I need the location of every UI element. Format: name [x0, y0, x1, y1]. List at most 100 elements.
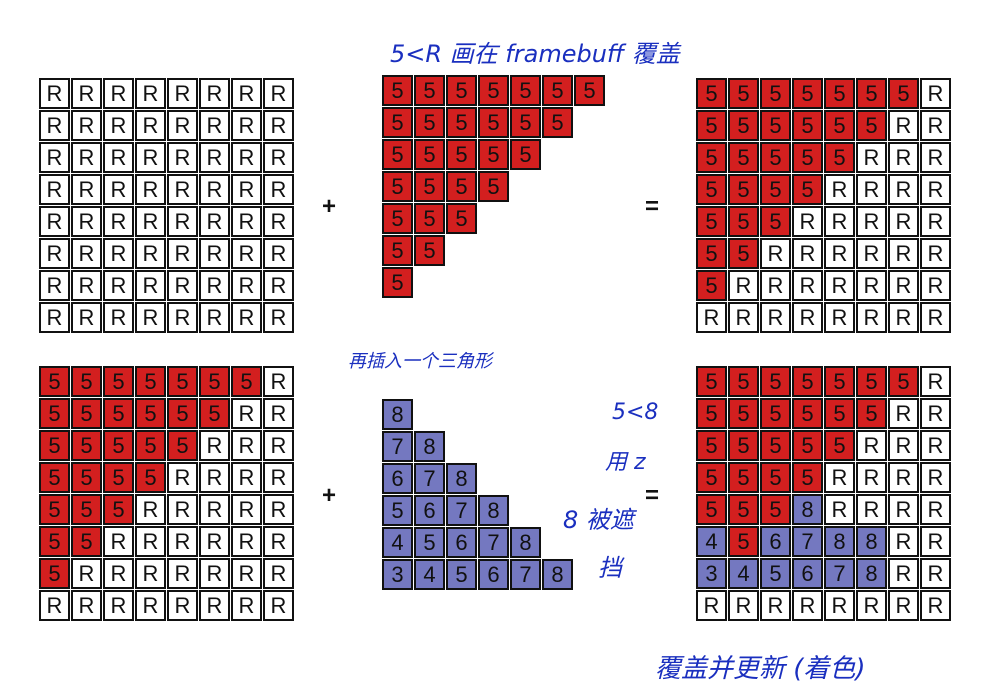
- cell-r: R: [167, 238, 198, 269]
- annotation-right-1: 5<8: [612, 400, 659, 425]
- cell-r: R: [824, 174, 855, 205]
- empty-cell: [574, 139, 605, 170]
- cell-r: R: [167, 206, 198, 237]
- annotation-bottom: 覆盖并更新 (着色): [655, 654, 866, 684]
- empty-cell: [510, 299, 541, 330]
- empty-cell: [478, 591, 509, 622]
- empty-cell: [510, 367, 541, 398]
- cell-r: R: [728, 590, 759, 621]
- cell-r: R: [103, 590, 134, 621]
- cell-red: 5: [824, 110, 855, 141]
- cell-red: 5: [167, 398, 198, 429]
- empty-cell: [574, 367, 605, 398]
- cell-red: 5: [103, 494, 134, 525]
- cell-r: R: [103, 526, 134, 557]
- cell-blue: 4: [382, 527, 413, 558]
- cell-red: 5: [856, 78, 887, 109]
- annotation-top: 5<R 画在 framebuff 覆盖: [390, 40, 680, 68]
- cell-r: R: [135, 110, 166, 141]
- empty-cell: [446, 591, 477, 622]
- cell-r: R: [792, 206, 823, 237]
- cell-r: R: [263, 430, 294, 461]
- cell-r: R: [263, 270, 294, 301]
- cell-r: R: [135, 142, 166, 173]
- cell-r: R: [167, 494, 198, 525]
- cell-r: R: [263, 174, 294, 205]
- cell-r: R: [263, 398, 294, 429]
- cell-r: R: [103, 558, 134, 589]
- cell-blue: 8: [510, 527, 541, 558]
- empty-cell: [446, 399, 477, 430]
- cell-red: 5: [696, 462, 727, 493]
- cell-r: R: [199, 526, 230, 557]
- cell-red: 5: [792, 174, 823, 205]
- cell-r: R: [231, 78, 262, 109]
- cell-red: 5: [542, 75, 573, 106]
- cell-r: R: [199, 110, 230, 141]
- cell-red: 5: [824, 430, 855, 461]
- cell-red: 5: [135, 366, 166, 397]
- cell-r: R: [920, 238, 951, 269]
- empty-cell: [574, 171, 605, 202]
- cell-r: R: [231, 302, 262, 333]
- cell-blue: 3: [382, 559, 413, 590]
- cell-red: 5: [728, 142, 759, 173]
- cell-r: R: [199, 430, 230, 461]
- cell-r: R: [39, 174, 70, 205]
- cell-r: R: [199, 302, 230, 333]
- cell-red: 5: [728, 366, 759, 397]
- cell-red: 5: [39, 430, 70, 461]
- cell-red: 5: [696, 494, 727, 525]
- grid-top-right: 5555555R555555RR55555RRR5555RRRR555RRRRR…: [696, 78, 952, 334]
- cell-red: 5: [71, 430, 102, 461]
- cell-r: R: [39, 110, 70, 141]
- empty-cell: [574, 203, 605, 234]
- cell-red: 5: [696, 270, 727, 301]
- empty-cell: [606, 235, 637, 266]
- cell-r: R: [231, 558, 262, 589]
- cell-red: 5: [760, 366, 791, 397]
- cell-r: R: [856, 206, 887, 237]
- cell-blue: 4: [414, 559, 445, 590]
- cell-red: 5: [792, 430, 823, 461]
- cell-red: 5: [135, 462, 166, 493]
- empty-cell: [510, 463, 541, 494]
- cell-r: R: [856, 430, 887, 461]
- empty-cell: [542, 367, 573, 398]
- empty-cell: [510, 431, 541, 462]
- cell-red: 5: [696, 110, 727, 141]
- cell-r: R: [199, 238, 230, 269]
- empty-cell: [574, 591, 605, 622]
- cell-r: R: [39, 142, 70, 173]
- cell-r: R: [167, 526, 198, 557]
- cell-r: R: [231, 590, 262, 621]
- grid-top-middle: 5555555555555555555555555555: [382, 75, 638, 331]
- cell-r: R: [135, 494, 166, 525]
- cell-blue: 8: [478, 495, 509, 526]
- cell-red: 5: [199, 366, 230, 397]
- cell-blue: 8: [856, 558, 887, 589]
- cell-r: R: [39, 78, 70, 109]
- cell-r: R: [71, 270, 102, 301]
- cell-red: 5: [728, 206, 759, 237]
- cell-red: 5: [574, 75, 605, 106]
- cell-r: R: [167, 590, 198, 621]
- cell-red: 5: [728, 494, 759, 525]
- empty-cell: [542, 171, 573, 202]
- cell-red: 5: [39, 526, 70, 557]
- cell-r: R: [199, 174, 230, 205]
- cell-red: 5: [39, 398, 70, 429]
- cell-r: R: [103, 110, 134, 141]
- cell-red: 5: [478, 107, 509, 138]
- cell-r: R: [231, 142, 262, 173]
- empty-cell: [510, 399, 541, 430]
- cell-r: R: [135, 238, 166, 269]
- cell-red: 5: [446, 107, 477, 138]
- cell-r: R: [760, 590, 791, 621]
- cell-blue: 8: [542, 559, 573, 590]
- cell-r: R: [103, 238, 134, 269]
- cell-red: 5: [696, 238, 727, 269]
- empty-cell: [542, 203, 573, 234]
- cell-red: 5: [446, 203, 477, 234]
- cell-r: R: [792, 590, 823, 621]
